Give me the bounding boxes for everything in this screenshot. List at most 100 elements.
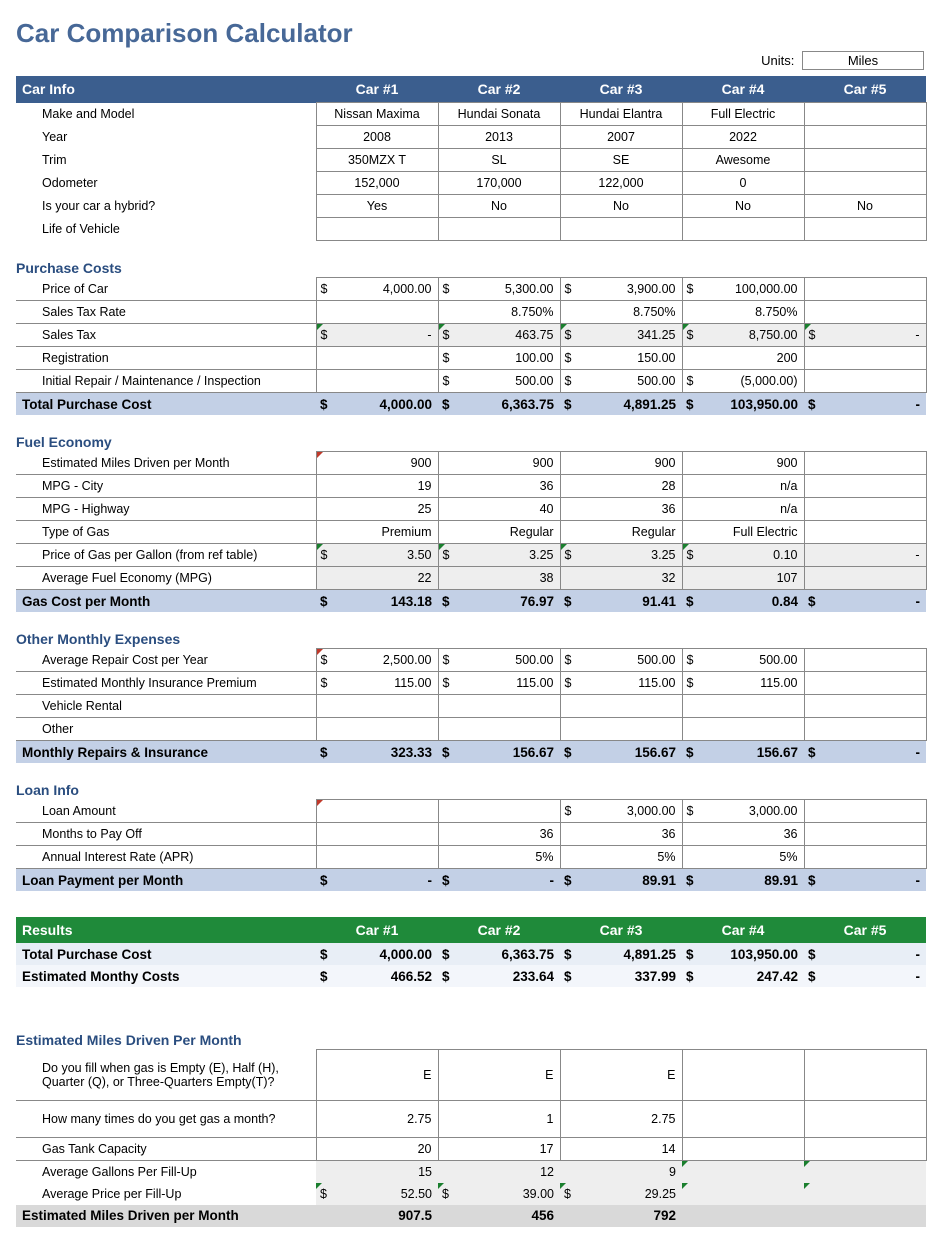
hybrid-4[interactable]: No bbox=[682, 195, 804, 218]
times-3[interactable]: 2.75 bbox=[560, 1100, 682, 1137]
apr-3[interactable]: 5% bbox=[560, 846, 682, 869]
rent-3[interactable] bbox=[560, 695, 682, 718]
taxrate-1[interactable] bbox=[316, 301, 438, 324]
make-1[interactable]: Nissan Maxima bbox=[316, 103, 438, 126]
odo-3[interactable]: 122,000 bbox=[560, 172, 682, 195]
loanmo-3[interactable]: 36 bbox=[560, 823, 682, 846]
life-1[interactable] bbox=[316, 218, 438, 241]
city-4[interactable]: n/a bbox=[682, 475, 804, 498]
trim-4[interactable]: Awesome bbox=[682, 149, 804, 172]
apr-2[interactable]: 5% bbox=[438, 846, 560, 869]
hwy-1[interactable]: 25 bbox=[316, 498, 438, 521]
fill-3[interactable]: E bbox=[560, 1050, 682, 1101]
trim-1[interactable]: 350MZX T bbox=[316, 149, 438, 172]
tank-5[interactable] bbox=[804, 1137, 926, 1160]
fill-2[interactable]: E bbox=[438, 1050, 560, 1101]
gastype-5[interactable] bbox=[804, 521, 926, 544]
times-5[interactable] bbox=[804, 1100, 926, 1137]
year-3[interactable]: 2007 bbox=[560, 126, 682, 149]
initrepair-2[interactable]: $500.00 bbox=[438, 370, 560, 393]
make-4[interactable]: Full Electric bbox=[682, 103, 804, 126]
avgrepair-4[interactable]: $500.00 bbox=[682, 649, 804, 672]
fill-1[interactable]: E bbox=[316, 1050, 438, 1101]
price-2[interactable]: $5,300.00 bbox=[438, 278, 560, 301]
tank-4[interactable] bbox=[682, 1137, 804, 1160]
ins-5[interactable] bbox=[804, 672, 926, 695]
loanamt-4[interactable]: $3,000.00 bbox=[682, 800, 804, 823]
life-5[interactable] bbox=[804, 218, 926, 241]
odo-1[interactable]: 152,000 bbox=[316, 172, 438, 195]
taxrate-4[interactable]: 8.750% bbox=[682, 301, 804, 324]
make-3[interactable]: Hundai Elantra bbox=[560, 103, 682, 126]
price-4[interactable]: $100,000.00 bbox=[682, 278, 804, 301]
apr-5[interactable] bbox=[804, 846, 926, 869]
initrepair-4[interactable]: $(5,000.00) bbox=[682, 370, 804, 393]
miles-4[interactable]: 900 bbox=[682, 452, 804, 475]
apr-4[interactable]: 5% bbox=[682, 846, 804, 869]
gastype-2[interactable]: Regular bbox=[438, 521, 560, 544]
hwy-3[interactable]: 36 bbox=[560, 498, 682, 521]
ins-1[interactable]: $115.00 bbox=[316, 672, 438, 695]
loanmo-4[interactable]: 36 bbox=[682, 823, 804, 846]
rent-1[interactable] bbox=[316, 695, 438, 718]
miles-3[interactable]: 900 bbox=[560, 452, 682, 475]
hwy-2[interactable]: 40 bbox=[438, 498, 560, 521]
make-2[interactable]: Hundai Sonata bbox=[438, 103, 560, 126]
make-5[interactable] bbox=[804, 103, 926, 126]
loanamt-5[interactable] bbox=[804, 800, 926, 823]
year-2[interactable]: 2013 bbox=[438, 126, 560, 149]
oth-5[interactable] bbox=[804, 718, 926, 741]
price-1[interactable]: $4,000.00 bbox=[316, 278, 438, 301]
tank-2[interactable]: 17 bbox=[438, 1137, 560, 1160]
reg-5[interactable] bbox=[804, 347, 926, 370]
taxrate-2[interactable]: 8.750% bbox=[438, 301, 560, 324]
rent-4[interactable] bbox=[682, 695, 804, 718]
taxrate-5[interactable] bbox=[804, 301, 926, 324]
hybrid-2[interactable]: No bbox=[438, 195, 560, 218]
miles-2[interactable]: 900 bbox=[438, 452, 560, 475]
rent-5[interactable] bbox=[804, 695, 926, 718]
miles-5[interactable] bbox=[804, 452, 926, 475]
times-1[interactable]: 2.75 bbox=[316, 1100, 438, 1137]
initrepair-3[interactable]: $500.00 bbox=[560, 370, 682, 393]
gastype-4[interactable]: Full Electric bbox=[682, 521, 804, 544]
reg-4[interactable]: 200 bbox=[682, 347, 804, 370]
times-2[interactable]: 1 bbox=[438, 1100, 560, 1137]
taxrate-3[interactable]: 8.750% bbox=[560, 301, 682, 324]
ins-2[interactable]: $115.00 bbox=[438, 672, 560, 695]
city-1[interactable]: 19 bbox=[316, 475, 438, 498]
apr-1[interactable] bbox=[316, 846, 438, 869]
units-value[interactable]: Miles bbox=[802, 51, 924, 70]
reg-2[interactable]: $100.00 bbox=[438, 347, 560, 370]
city-5[interactable] bbox=[804, 475, 926, 498]
price-3[interactable]: $3,900.00 bbox=[560, 278, 682, 301]
hybrid-3[interactable]: No bbox=[560, 195, 682, 218]
tank-1[interactable]: 20 bbox=[316, 1137, 438, 1160]
oth-4[interactable] bbox=[682, 718, 804, 741]
hwy-5[interactable] bbox=[804, 498, 926, 521]
year-4[interactable]: 2022 bbox=[682, 126, 804, 149]
hybrid-1[interactable]: Yes bbox=[316, 195, 438, 218]
initrepair-5[interactable] bbox=[804, 370, 926, 393]
reg-3[interactable]: $150.00 bbox=[560, 347, 682, 370]
city-2[interactable]: 36 bbox=[438, 475, 560, 498]
miles-1[interactable]: 900 bbox=[316, 452, 438, 475]
oth-1[interactable] bbox=[316, 718, 438, 741]
initrepair-1[interactable] bbox=[316, 370, 438, 393]
gastype-1[interactable]: Premium bbox=[316, 521, 438, 544]
avgrepair-2[interactable]: $500.00 bbox=[438, 649, 560, 672]
loanamt-3[interactable]: $3,000.00 bbox=[560, 800, 682, 823]
price-5[interactable] bbox=[804, 278, 926, 301]
trim-3[interactable]: SE bbox=[560, 149, 682, 172]
odo-2[interactable]: 170,000 bbox=[438, 172, 560, 195]
loanmo-1[interactable] bbox=[316, 823, 438, 846]
fill-4[interactable] bbox=[682, 1050, 804, 1101]
loanmo-5[interactable] bbox=[804, 823, 926, 846]
trim-2[interactable]: SL bbox=[438, 149, 560, 172]
ins-3[interactable]: $115.00 bbox=[560, 672, 682, 695]
reg-1[interactable] bbox=[316, 347, 438, 370]
tank-3[interactable]: 14 bbox=[560, 1137, 682, 1160]
hybrid-5[interactable]: No bbox=[804, 195, 926, 218]
avgrepair-1[interactable]: $2,500.00 bbox=[316, 649, 438, 672]
rent-2[interactable] bbox=[438, 695, 560, 718]
